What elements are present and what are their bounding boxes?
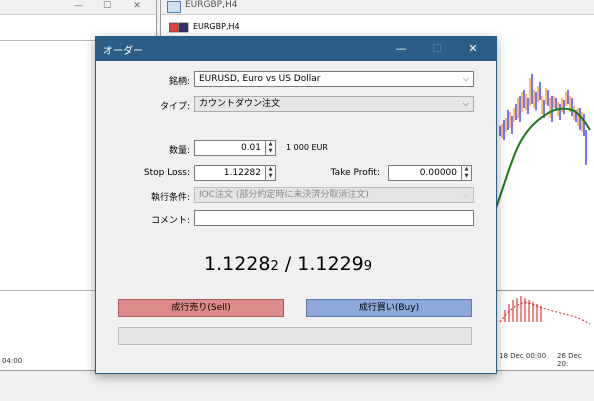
- dialog-titlebar: オーダー — ☐ ✕: [96, 37, 496, 61]
- terminal-bottom-strip: [0, 370, 594, 401]
- price-chart: [496, 74, 591, 325]
- volume-input[interactable]: 0.01: [194, 140, 266, 156]
- execution-select: IOC注文 (部分約定時に未決済分取消注文) ⌵: [194, 187, 474, 203]
- left-window-titlebar: — ☐ ✕: [0, 0, 156, 15]
- close-icon[interactable]: ✕: [458, 37, 488, 61]
- progress-bar: [118, 327, 472, 345]
- takeprofit-label: Take Profit:: [330, 168, 380, 178]
- execution-value: IOC注文 (部分約定時に未決済分取消注文): [199, 190, 369, 200]
- takeprofit-input[interactable]: 0.00000: [388, 165, 462, 181]
- symbol-select[interactable]: EURUSD, Euro vs US Dollar ⌵: [194, 71, 474, 87]
- stoploss-label: Stop Loss:: [143, 168, 190, 178]
- bid-price-small: 2: [270, 259, 279, 274]
- stoploss-value: 1.12282: [223, 168, 261, 178]
- candles-blue: [499, 74, 587, 165]
- ask-price: 1.1229: [297, 253, 364, 275]
- time-axis-label: 04:00: [2, 357, 23, 365]
- takeprofit-value: 0.00000: [419, 168, 457, 178]
- chevron-down-icon: ⌵: [462, 99, 469, 108]
- order-dialog: オーダー — ☐ ✕ 銘柄: EURUSD, Euro vs US Dollar…: [95, 36, 497, 374]
- spin-up-icon[interactable]: ▲: [462, 166, 471, 173]
- chart-icon: [168, 22, 189, 33]
- price-separator: /: [284, 253, 292, 275]
- price-display: 1.12282 / 1.12299: [204, 253, 404, 275]
- symbol-value: EURUSD, Euro vs US Dollar: [199, 74, 321, 84]
- volume-value: 0.01: [240, 143, 261, 153]
- spin-down-icon[interactable]: ▼: [266, 173, 275, 180]
- chart-window-icon: [167, 1, 181, 13]
- stoploss-input[interactable]: 1.12282: [194, 165, 266, 181]
- volume-spinner[interactable]: ▲ ▼: [266, 140, 276, 156]
- type-select[interactable]: カウントダウン注文 ⌵: [194, 96, 474, 112]
- volume-label: 数量:: [168, 146, 190, 156]
- minimize-icon[interactable]: —: [386, 37, 416, 61]
- maximize-icon[interactable]: ☐: [98, 0, 116, 12]
- stoploss-spinner[interactable]: ▲ ▼: [266, 165, 276, 181]
- type-label: タイプ:: [159, 102, 190, 112]
- spin-up-icon[interactable]: ▲: [266, 141, 275, 148]
- spin-down-icon[interactable]: ▼: [462, 173, 471, 180]
- spin-down-icon[interactable]: ▼: [266, 148, 275, 155]
- minimize-icon[interactable]: —: [70, 0, 88, 12]
- chart-symbol-label: EURGBP,H4: [193, 22, 240, 31]
- right-window-titlebar: EURGBP,H4: [161, 0, 594, 15]
- sell-button[interactable]: 成行売り(Sell): [118, 299, 284, 317]
- ask-price-small: 9: [363, 259, 373, 274]
- spin-up-icon[interactable]: ▲: [266, 166, 275, 173]
- symbol-label: 銘柄:: [168, 77, 190, 87]
- volume-hint: 1 000 EUR: [286, 143, 328, 152]
- execution-label: 執行条件:: [150, 193, 190, 203]
- buy-button[interactable]: 成行買い(Buy): [306, 299, 472, 317]
- dialog-title: オーダー: [103, 46, 143, 57]
- maximize-icon: ☐: [432, 42, 442, 55]
- takeprofit-spinner[interactable]: ▲ ▼: [462, 165, 472, 181]
- comment-input[interactable]: [194, 210, 474, 226]
- comment-label: コメント:: [150, 216, 190, 226]
- type-value: カウントダウン注文: [199, 99, 281, 109]
- chevron-down-icon: ⌵: [462, 74, 469, 83]
- close-icon[interactable]: ✕: [128, 0, 146, 12]
- chevron-down-icon: ⌵: [462, 190, 469, 199]
- oscillator-bars: [504, 296, 542, 322]
- bid-price: 1.1228: [204, 253, 271, 275]
- chart-window-title: EURGBP,H4: [185, 0, 238, 10]
- candles-orange: [501, 78, 583, 138]
